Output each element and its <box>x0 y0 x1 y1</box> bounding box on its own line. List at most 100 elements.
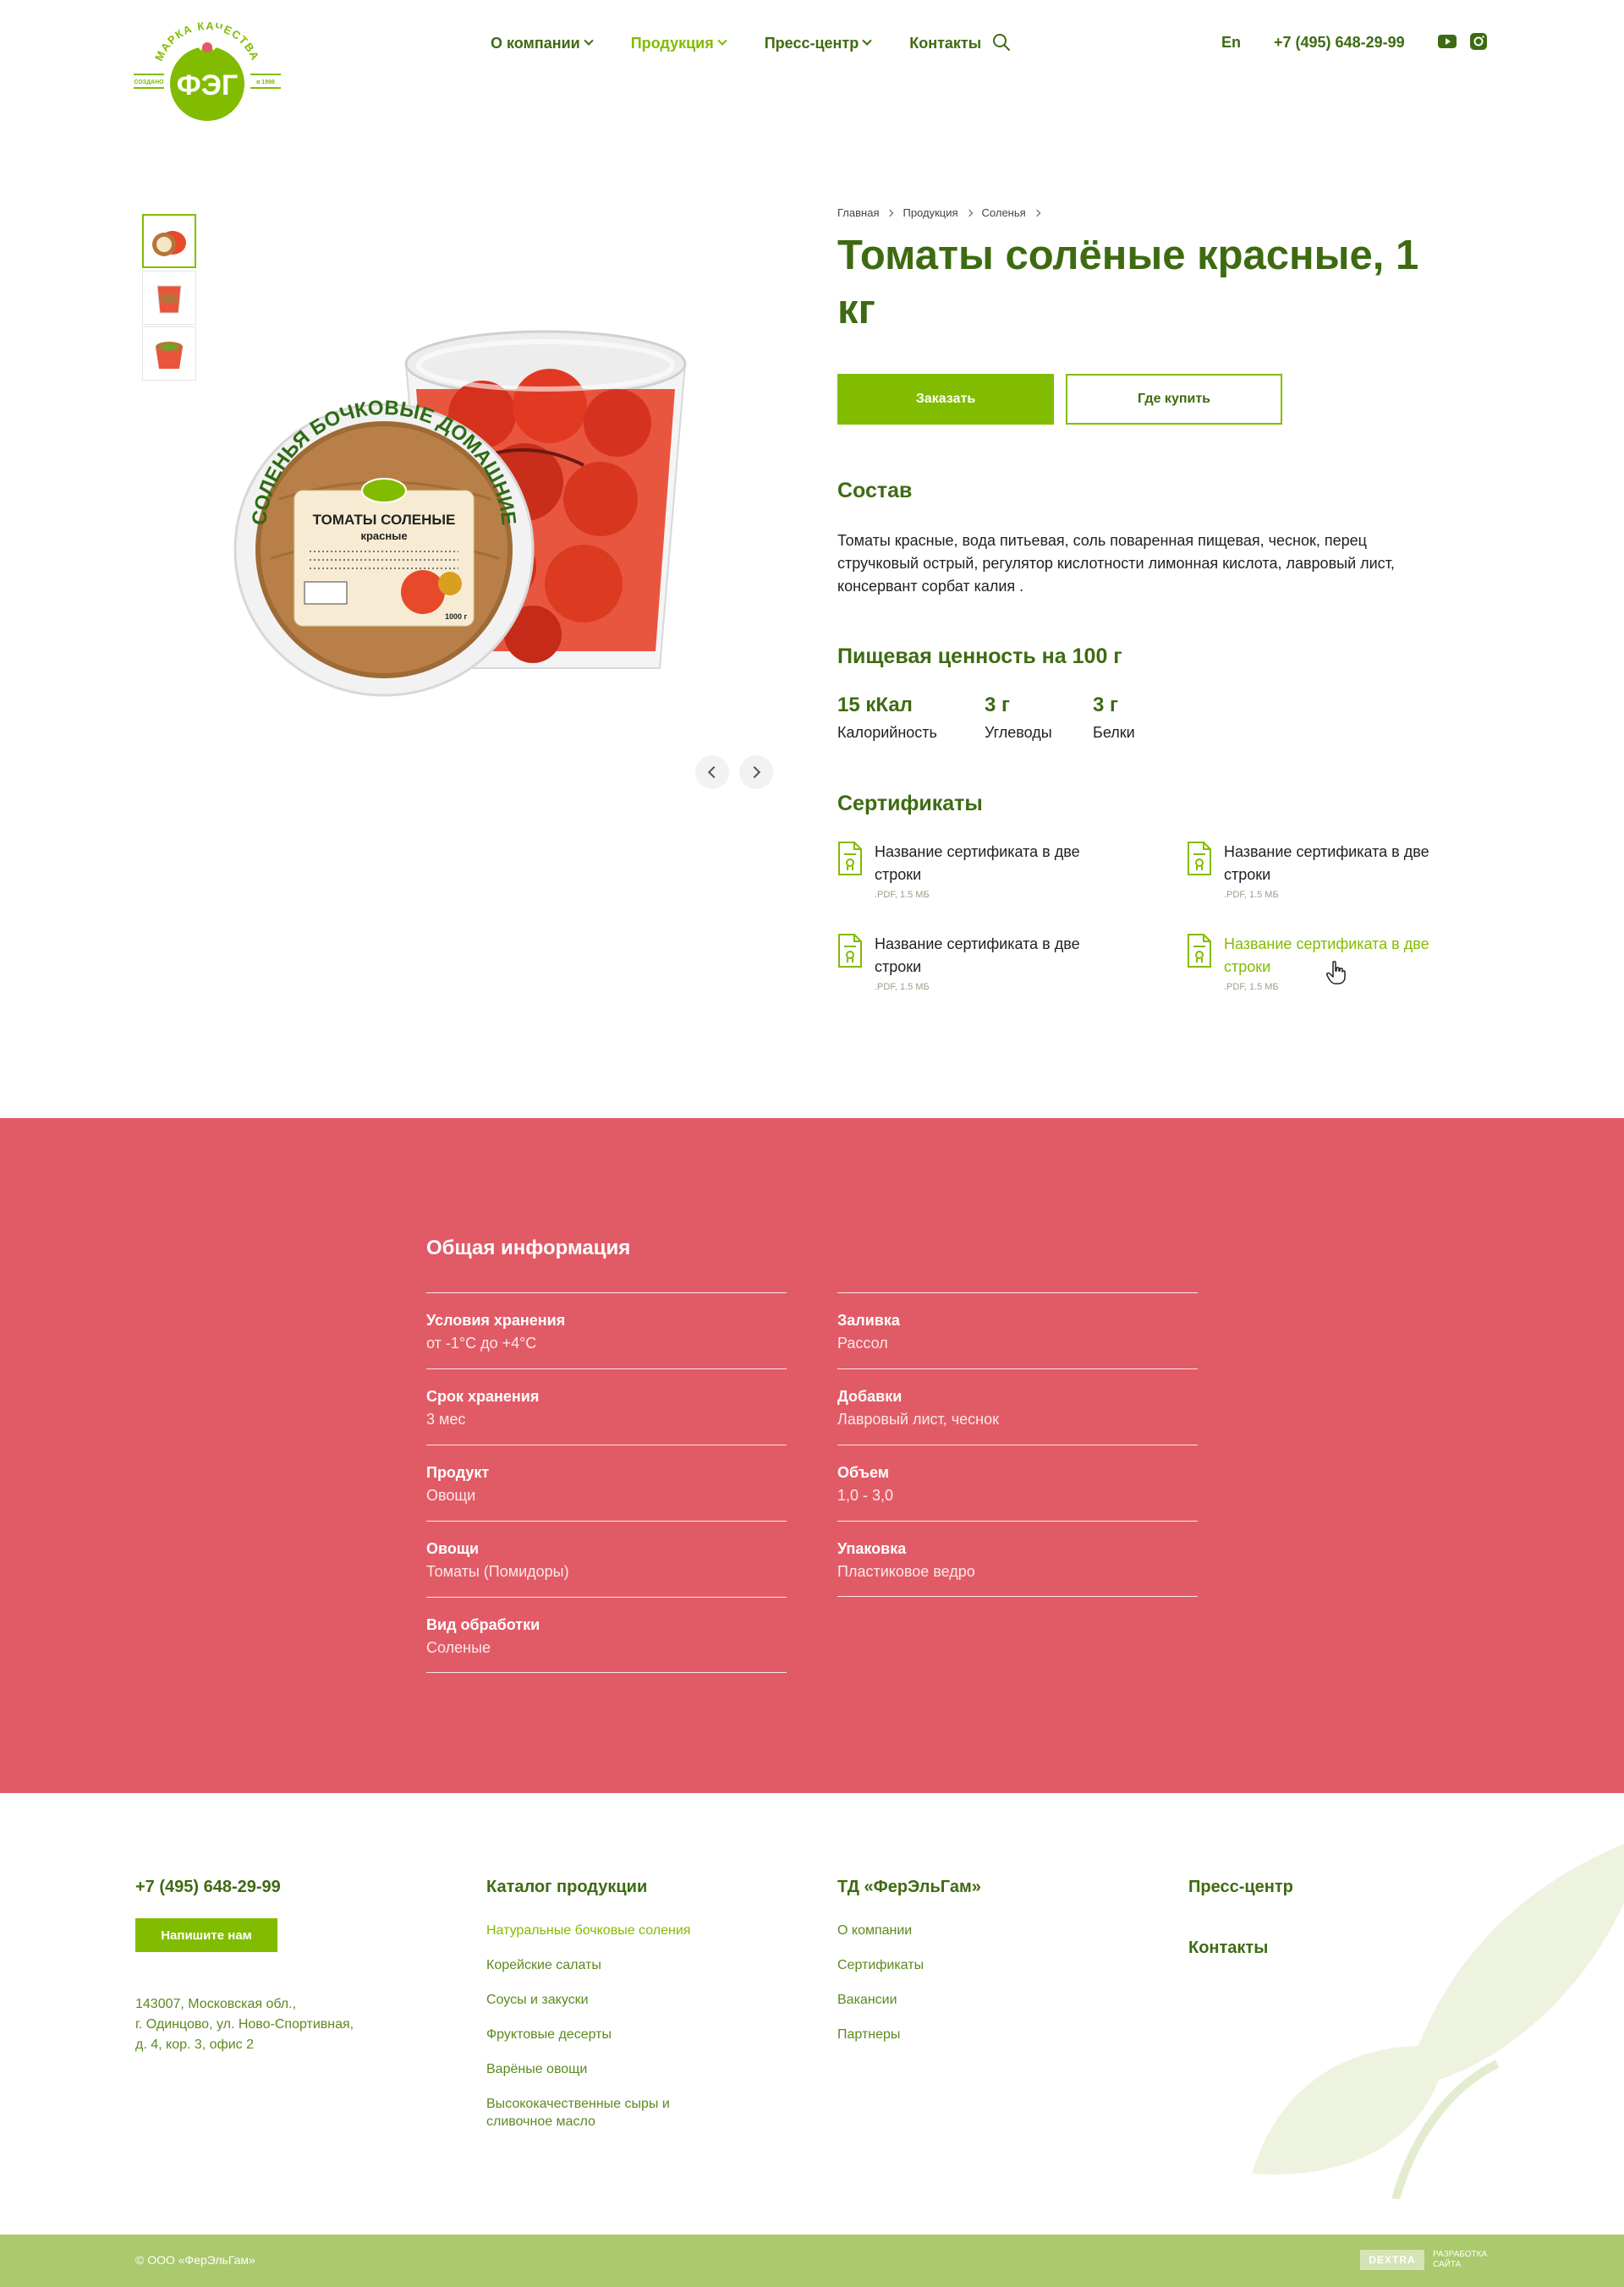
nutrition-item: 15 кКал Калорийность <box>837 694 937 742</box>
gallery-thumb[interactable] <box>142 271 196 325</box>
breadcrumb-pickles[interactable]: Соленья <box>982 206 1026 219</box>
document-icon <box>1188 842 1211 875</box>
chevron-right-icon <box>748 765 761 779</box>
gallery-next-button[interactable] <box>739 755 773 789</box>
certificates-title: Сертификаты <box>837 792 983 815</box>
footer-link[interactable]: Сертификаты <box>837 1956 1049 1974</box>
write-us-button[interactable]: Напишите нам <box>135 1918 277 1952</box>
certificate-item[interactable]: Название сертификата в две строки .PDF, … <box>837 841 1125 900</box>
document-icon <box>1188 934 1211 968</box>
chevron-right-icon <box>886 209 894 217</box>
composition-text: Томаты красные, вода питьевая, соль пова… <box>837 532 1395 595</box>
nav-products[interactable]: Продукция <box>631 35 727 52</box>
footer-address: 143007, Московская обл., г. Одинцово, ул… <box>135 1997 354 2052</box>
nav-about[interactable]: О компании <box>491 35 594 52</box>
footer-link[interactable]: Корейские салаты <box>486 1956 698 1974</box>
logo-text: ФЭГ <box>177 69 238 101</box>
certificate-meta: .PDF, 1.5 МБ <box>875 982 930 992</box>
page-title: Томаты солёные красные, 1 кг <box>837 233 1419 332</box>
info-value: Томаты (Помидоры) <box>426 1563 569 1580</box>
order-button[interactable]: Заказать <box>837 374 1054 425</box>
info-key: Объем <box>837 1464 890 1481</box>
info-row: Объем 1,0 - 3,0 <box>837 1445 1198 1521</box>
info-key: Вид обработки <box>426 1616 540 1633</box>
footer-link[interactable]: О компании <box>837 1922 1049 1939</box>
search-icon[interactable] <box>991 32 1012 52</box>
footer-company-title[interactable]: ТД «ФерЭльГам» <box>837 1878 981 1897</box>
breadcrumb-products[interactable]: Продукция <box>903 206 957 219</box>
lid-label-top: ТОМАТЫ СОЛЕНЫЕ <box>313 512 456 528</box>
info-value: 3 мес <box>426 1411 466 1428</box>
certificate-item[interactable]: Название сертификата в две строки .PDF, … <box>837 933 1125 992</box>
document-icon <box>838 934 862 968</box>
certificate-link[interactable]: Название сертификата в две строки <box>875 933 1125 979</box>
nutrition-value: 3 г <box>985 694 1011 716</box>
footer-link[interactable]: Вакансии <box>837 1991 1049 2009</box>
lid-label-bottom: красные <box>360 529 407 542</box>
certificate-link[interactable]: Название сертификата в две строки <box>1224 841 1474 886</box>
main-nav: О компании Продукция Пресс-центр Контакт… <box>491 34 1020 52</box>
certificate-link[interactable]: Название сертификата в две строки <box>1224 933 1474 979</box>
info-key: Продукт <box>426 1464 490 1481</box>
info-row: Вид обработки Соленые <box>426 1597 787 1673</box>
header-phone[interactable]: +7 (495) 648-29-99 <box>1274 34 1405 52</box>
nav-press-center[interactable]: Пресс-центр <box>765 35 872 52</box>
instagram-icon[interactable] <box>1470 33 1487 50</box>
footer-link[interactable]: Соусы и закуски <box>486 1991 698 2009</box>
footer-contacts-link[interactable]: Контакты <box>1188 1939 1268 1958</box>
developer-logo[interactable]: DEXTRA <box>1360 2250 1424 2270</box>
info-value: Овощи <box>426 1487 476 1504</box>
youtube-icon[interactable] <box>1438 34 1457 49</box>
certificate-item[interactable]: Название сертификата в две строки .PDF, … <box>1187 841 1474 900</box>
chevron-left-icon <box>707 765 721 779</box>
chevron-down-icon <box>862 36 872 46</box>
composition-title: Состав <box>837 479 913 502</box>
footer-phone[interactable]: +7 (495) 648-29-99 <box>135 1878 281 1897</box>
document-icon <box>838 842 862 875</box>
lid-weight: 1000 г <box>445 612 468 621</box>
footer-link[interactable]: Высококачественные сыры и сливочное масл… <box>486 2095 698 2131</box>
footer-press-link[interactable]: Пресс-центр <box>1188 1878 1293 1897</box>
info-value: Пластиковое ведро <box>837 1563 975 1580</box>
chevron-down-icon <box>584 36 594 46</box>
info-row: Добавки Лавровый лист, чеснок <box>837 1368 1198 1445</box>
footer-link[interactable]: Варёные овощи <box>486 2060 698 2078</box>
brand-logo[interactable]: МАРКА КАЧЕСТВА ФЭГ СОЗДАНО в 1998 <box>134 19 281 123</box>
copyright: © ООО «ФерЭльГам» <box>135 2253 255 2267</box>
nutrition-value: 3 г <box>1093 694 1119 716</box>
info-value: Лавровый лист, чеснок <box>837 1411 999 1428</box>
footer-link[interactable]: Натуральные бочковые соления <box>486 1922 698 1939</box>
thumb-image <box>156 342 183 369</box>
gallery-thumb[interactable] <box>142 214 196 268</box>
developer-caption: РАЗРАБОТКА САЙТА <box>1433 2250 1488 2269</box>
svg-text:в 1998: в 1998 <box>256 80 275 85</box>
info-key: Заливка <box>837 1312 900 1329</box>
info-value: 1,0 - 3,0 <box>837 1487 894 1504</box>
footer-catalog-title[interactable]: Каталог продукции <box>486 1878 647 1897</box>
info-key: Упаковка <box>837 1540 907 1557</box>
nutrition-title: Пищевая ценность на 100 г <box>837 644 1122 668</box>
gallery-thumb[interactable] <box>142 326 196 381</box>
nutrition-item: 3 г Углеводы <box>985 694 1052 742</box>
info-value: Соленые <box>426 1639 491 1656</box>
breadcrumb-home[interactable]: Главная <box>837 206 879 219</box>
footer-link[interactable]: Фруктовые десерты <box>486 2026 698 2043</box>
footer-catalog-list: Натуральные бочковые соления Корейские с… <box>486 1922 698 2147</box>
general-info-right-column: Заливка Рассол Добавки Лавровый лист, чесн… <box>837 1292 1198 1597</box>
footer-link[interactable]: Партнеры <box>837 2026 1049 2043</box>
gallery-prev-button[interactable] <box>695 755 729 789</box>
product-image: СОЛЕНЬЯ БОЧКОВЫЕ ДОМАШНИЕ ТОМАТЫ СОЛЕНЫЕ… <box>233 330 687 697</box>
nav-contacts[interactable]: Контакты <box>909 35 981 52</box>
info-row: Продукт Овощи <box>426 1445 787 1521</box>
chevron-right-icon <box>1033 209 1040 217</box>
certificate-meta: .PDF, 1.5 МБ <box>875 890 930 900</box>
info-row: Упаковка Пластиковое ведро <box>837 1521 1198 1597</box>
info-row: Овощи Томаты (Помидоры) <box>426 1521 787 1597</box>
chevron-right-icon <box>965 209 973 217</box>
certificate-link[interactable]: Название сертификата в две строки <box>875 841 1125 886</box>
where-to-buy-button[interactable]: Где купить <box>1066 374 1282 425</box>
language-switch[interactable]: En <box>1221 34 1241 52</box>
info-row: Условия хранения от -1°С до +4°С <box>426 1292 787 1368</box>
certificate-meta: .PDF, 1.5 МБ <box>1224 982 1279 992</box>
info-row: Срок хранения 3 мес <box>426 1368 787 1445</box>
